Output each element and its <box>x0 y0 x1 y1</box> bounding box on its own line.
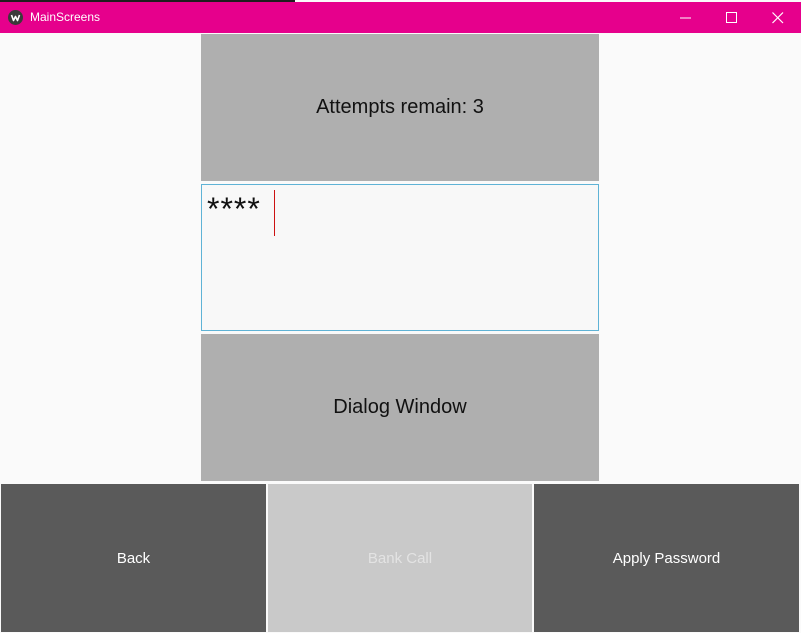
window-title: MainScreens <box>30 10 101 24</box>
attempts-remaining-label: Attempts remain: 3 <box>316 96 484 118</box>
attempts-remaining-panel: Attempts remain: 3 <box>201 34 599 181</box>
bank-call-button-label: Bank Call <box>367 549 433 567</box>
apply-password-button-label: Apply Password <box>612 549 721 567</box>
minimize-button[interactable] <box>663 2 709 33</box>
app-logo-icon <box>8 10 23 25</box>
maximize-button[interactable] <box>709 2 755 33</box>
text-caret <box>274 190 275 236</box>
password-masked-value: **** <box>207 191 261 227</box>
password-input[interactable]: **** <box>201 184 599 331</box>
back-button-label: Back <box>116 549 151 567</box>
apply-password-button[interactable]: Apply Password <box>534 484 799 632</box>
app-window: MainScreens Attempts remain: 3 **** Dial… <box>0 0 801 633</box>
close-icon <box>772 12 784 24</box>
title-bar[interactable]: MainScreens <box>0 2 801 33</box>
close-button[interactable] <box>755 2 801 33</box>
dialog-window-label: Dialog Window <box>333 396 467 418</box>
bank-call-button[interactable]: Bank Call <box>268 484 532 632</box>
back-button[interactable]: Back <box>1 484 266 632</box>
maximize-icon <box>726 12 737 23</box>
minimize-icon <box>680 17 691 19</box>
dialog-window-button[interactable]: Dialog Window <box>201 334 599 481</box>
